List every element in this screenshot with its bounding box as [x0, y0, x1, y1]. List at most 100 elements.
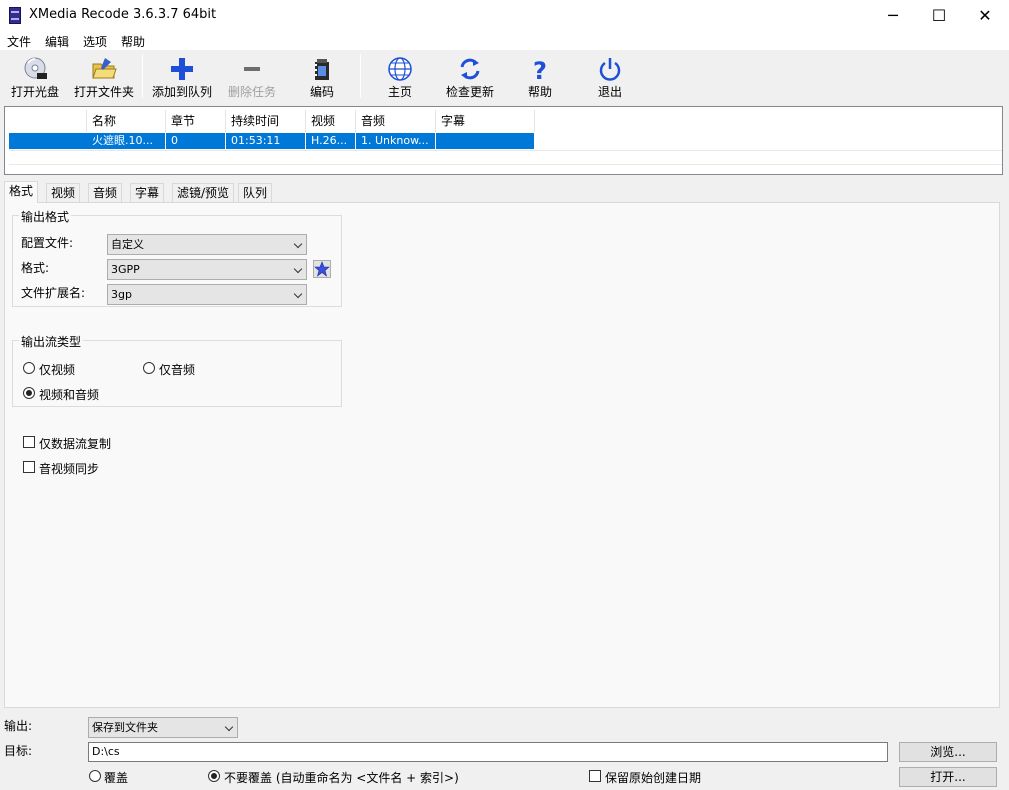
col-chapter[interactable]: 章节 — [166, 110, 226, 132]
add-to-queue-label: 添加到队列 — [151, 85, 212, 99]
encode-button[interactable]: 编码 — [296, 52, 348, 102]
row-gridline — [9, 150, 1002, 151]
app-film-icon — [9, 7, 21, 24]
audio-only-radio[interactable] — [143, 362, 155, 374]
window-title: XMedia Recode 3.6.3.7 64bit — [29, 7, 217, 22]
globe-icon — [388, 57, 412, 81]
close-button[interactable]: ✕ — [962, 0, 1008, 31]
encode-label: 编码 — [309, 85, 334, 99]
overwrite-radio[interactable] — [89, 770, 101, 782]
video-audio-label: 视频和音频 — [39, 388, 100, 402]
file-row[interactable]: 火遮眼.10... 0 01:53:11 H.26... 1. Unknow..… — [9, 133, 535, 149]
maximize-button[interactable]: ☐ — [916, 0, 962, 31]
format-select[interactable]: 3GPP — [107, 259, 307, 280]
home-button[interactable]: 主页 — [374, 52, 426, 102]
av-sync-label: 音视频同步 — [39, 462, 100, 476]
profile-select[interactable]: 自定义 — [107, 234, 307, 255]
no-overwrite-label: 不要覆盖 (自动重命名为 <文件名 + 索引>) — [224, 771, 459, 785]
file-list[interactable]: 名称 章节 持续时间 视频 音频 字幕 火遮眼.10... 0 01:53:11… — [4, 106, 1003, 175]
chevron-down-icon — [293, 239, 303, 249]
star-icon — [314, 261, 330, 277]
format-label: 格式: — [21, 261, 50, 275]
col-duration[interactable]: 持续时间 — [226, 110, 306, 132]
favorite-button[interactable] — [313, 260, 331, 278]
check-update-button[interactable]: 检查更新 — [440, 52, 500, 102]
toolbar-separator — [360, 54, 361, 98]
svg-text:?: ? — [533, 57, 547, 82]
help-button[interactable]: ? 帮助 — [516, 52, 564, 102]
exit-button[interactable]: 退出 — [586, 52, 634, 102]
exit-label: 退出 — [597, 85, 622, 99]
open-folder-label: 打开文件夹 — [73, 85, 134, 99]
power-icon — [599, 58, 621, 81]
remove-task-button[interactable]: 删除任务 — [220, 52, 284, 102]
menu-help[interactable]: 帮助 — [121, 33, 145, 50]
open-output-button[interactable]: 打开... — [899, 767, 997, 787]
file-name: 火遮眼.10... — [87, 133, 166, 149]
file-video: H.26... — [306, 133, 356, 149]
file-subtitle — [436, 133, 535, 149]
stream-copy-label: 仅数据流复制 — [39, 437, 112, 451]
title-bar: XMedia Recode 3.6.3.7 64bit ─ ☐ ✕ — [0, 0, 1009, 31]
output-value: 保存到文件夹 — [92, 721, 158, 734]
film-reel-icon — [315, 59, 329, 80]
keep-date-checkbox[interactable] — [589, 770, 601, 782]
overwrite-label: 覆盖 — [104, 771, 129, 785]
output-label: 输出: — [4, 719, 33, 733]
question-mark-icon: ? — [533, 57, 547, 82]
file-duration: 01:53:11 — [226, 133, 306, 149]
target-path-input[interactable]: D:\cs — [88, 742, 888, 762]
add-to-queue-button[interactable]: 添加到队列 — [148, 52, 216, 102]
minus-icon — [244, 67, 260, 71]
av-sync-checkbox[interactable] — [23, 461, 35, 473]
home-label: 主页 — [387, 85, 412, 99]
file-audio: 1. Unknow... — [356, 133, 436, 149]
stream-copy-checkbox[interactable] — [23, 436, 35, 448]
file-chapter: 0 — [166, 133, 226, 149]
video-only-radio[interactable] — [23, 362, 35, 374]
folder-icon — [92, 58, 117, 79]
open-disc-button[interactable]: 打开光盘 — [4, 52, 66, 102]
dvd-disc-icon — [24, 57, 47, 79]
tab-audio[interactable]: 音频 — [88, 183, 123, 202]
col-audio[interactable]: 音频 — [356, 110, 436, 132]
file-list-header: 名称 章节 持续时间 视频 音频 字幕 — [5, 110, 535, 132]
minimize-button[interactable]: ─ — [870, 0, 916, 31]
col-name[interactable]: 名称 — [87, 110, 166, 132]
extension-value: 3gp — [111, 288, 132, 301]
tab-filter-preview[interactable]: 滤镜/预览 — [172, 183, 235, 202]
no-overwrite-radio[interactable] — [208, 770, 220, 782]
format-tab-panel: 输出格式 配置文件: 自定义 格式: 3GPP 文件扩展名: 3gp 输出流类型… — [4, 202, 1000, 708]
video-audio-radio[interactable] — [23, 387, 35, 399]
menu-file[interactable]: 文件 — [7, 33, 31, 50]
extension-label: 文件扩展名: — [21, 286, 86, 300]
menu-options[interactable]: 选项 — [83, 33, 107, 50]
profile-value: 自定义 — [111, 238, 144, 251]
col-subtitle[interactable]: 字幕 — [436, 110, 535, 132]
menu-edit[interactable]: 编辑 — [45, 33, 69, 50]
col-blank — [5, 110, 87, 132]
extension-select[interactable]: 3gp — [107, 284, 307, 305]
browse-button[interactable]: 浏览... — [899, 742, 997, 762]
tab-video[interactable]: 视频 — [46, 183, 81, 202]
row-gridline — [9, 164, 1002, 165]
tab-queue[interactable]: 队列 — [238, 183, 273, 202]
tab-strip: 格式 视频 音频 字幕 滤镜/预览 队列 — [4, 181, 1004, 203]
toolbar: 打开光盘 打开文件夹 添加到队列 删除任务 编码 主页 检查更新 ? 帮助 退出 — [0, 50, 1009, 104]
output-format-title: 输出格式 — [19, 208, 72, 225]
menu-bar: 文件 编辑 选项 帮助 — [0, 31, 1009, 50]
open-disc-label: 打开光盘 — [10, 85, 59, 99]
target-label: 目标: — [4, 744, 33, 758]
check-update-label: 检查更新 — [445, 85, 494, 99]
plus-icon — [171, 58, 193, 80]
open-folder-button[interactable]: 打开文件夹 — [70, 52, 138, 102]
output-select[interactable]: 保存到文件夹 — [88, 717, 238, 738]
chevron-down-icon — [293, 264, 303, 274]
video-only-label: 仅视频 — [39, 363, 76, 377]
refresh-icon — [460, 58, 480, 80]
help-label: 帮助 — [527, 85, 552, 99]
col-video[interactable]: 视频 — [306, 110, 356, 132]
tab-format[interactable]: 格式 — [4, 181, 39, 203]
chevron-down-icon — [224, 722, 234, 732]
tab-subtitle[interactable]: 字幕 — [130, 183, 165, 202]
